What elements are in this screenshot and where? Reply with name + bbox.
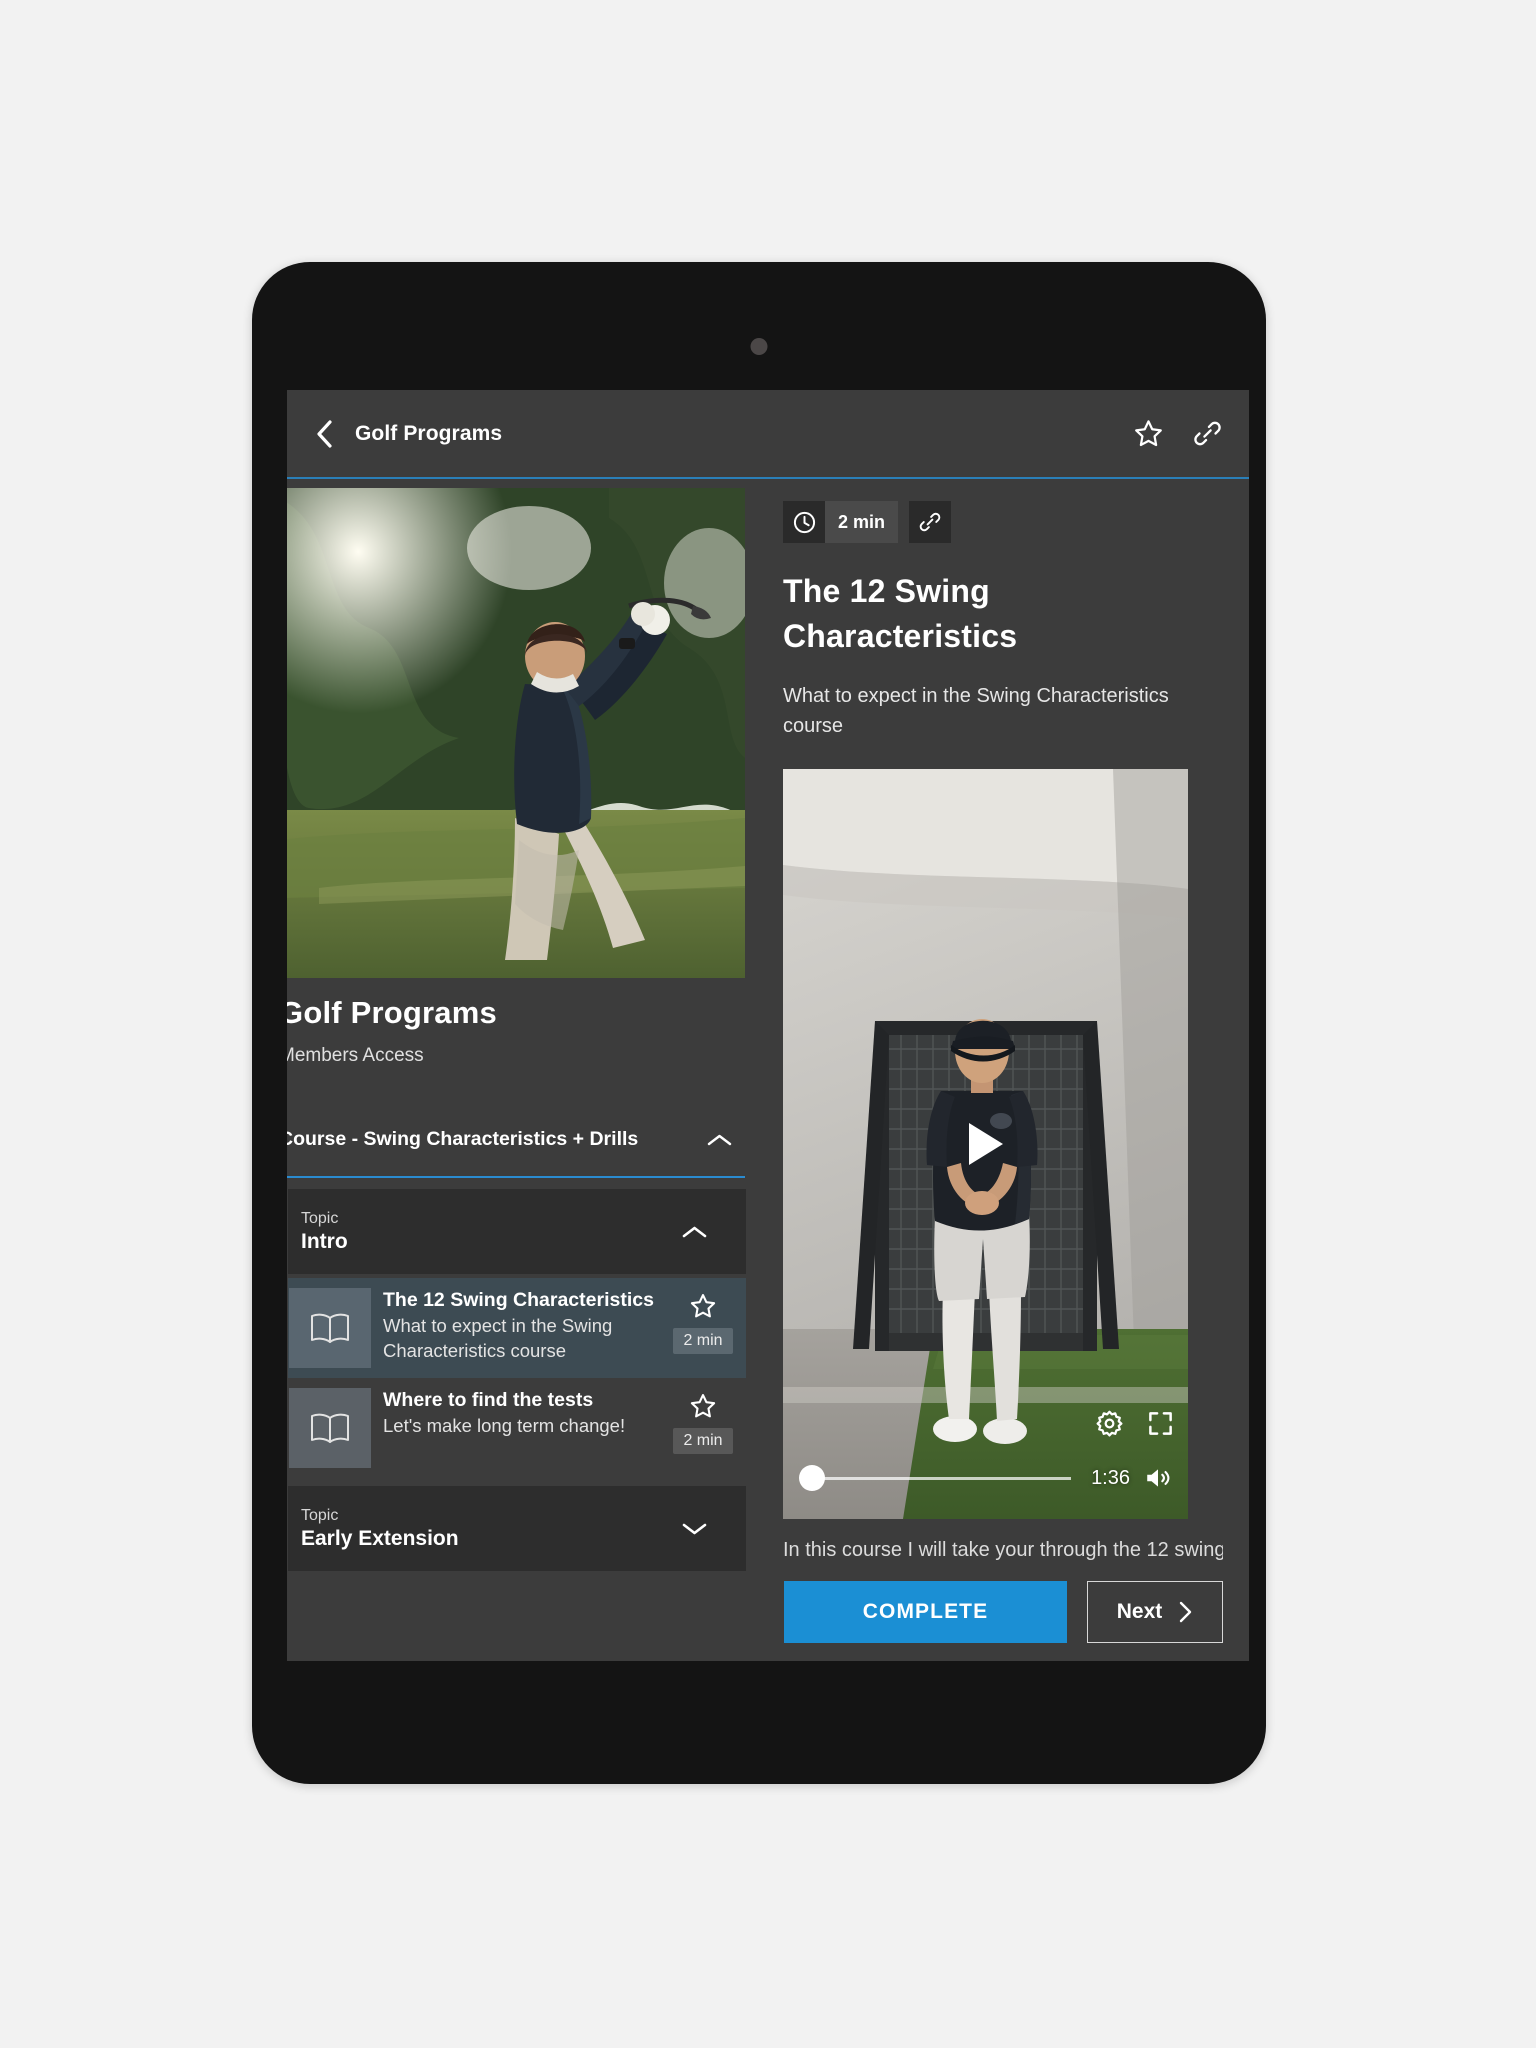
topic-name: Intro bbox=[301, 1230, 348, 1253]
lesson-meta-row: 2 min bbox=[783, 501, 1223, 543]
fullscreen-icon[interactable] bbox=[1147, 1410, 1174, 1437]
play-icon[interactable] bbox=[968, 1123, 1003, 1165]
lesson-thumbnail bbox=[289, 1388, 371, 1468]
lesson-detail-panel: 2 min The 12 Swing Characteristics What … bbox=[757, 479, 1249, 1661]
next-button-label: Next bbox=[1116, 1600, 1163, 1623]
course-hero-image bbox=[287, 488, 745, 978]
app-header-left: Golf Programs bbox=[313, 419, 1133, 449]
lesson-description: What to expect in the Swing Characterist… bbox=[383, 1315, 613, 1361]
course-section-divider bbox=[287, 1176, 745, 1178]
course-title: Golf Programs bbox=[287, 995, 497, 1030]
lesson-meta: 2 min bbox=[660, 1388, 746, 1468]
topic-header-early-extension[interactable]: Topic Early Extension bbox=[288, 1486, 746, 1571]
progress-knob[interactable] bbox=[799, 1465, 825, 1491]
video-controls-upper bbox=[1096, 1410, 1174, 1437]
duration-pill: 2 min bbox=[783, 501, 899, 543]
course-section-label: Course - Swing Characteristics + Drills bbox=[287, 1128, 639, 1150]
lesson-text: Where to find the tests Let's make long … bbox=[383, 1388, 660, 1468]
complete-button[interactable]: COMPLETE bbox=[784, 1581, 1067, 1643]
topic-name: Early Extension bbox=[301, 1527, 459, 1550]
chevron-up-icon bbox=[706, 1132, 749, 1148]
clock-icon bbox=[783, 501, 825, 543]
lesson-title: The 12 Swing Characteristics bbox=[383, 1289, 654, 1311]
video-time-label: 1:36 bbox=[1091, 1466, 1130, 1489]
lesson-detail-summary: What to expect in the Swing Characterist… bbox=[783, 685, 1169, 737]
content-area: Golf Programs Members Access Course - Sw… bbox=[287, 479, 1249, 1661]
star-outline-icon[interactable] bbox=[689, 1392, 717, 1420]
video-progress-slider[interactable] bbox=[799, 1465, 1072, 1491]
back-button[interactable] bbox=[313, 419, 335, 449]
course-section-header[interactable]: Course - Swing Characteristics + Drills bbox=[287, 1128, 749, 1151]
topic-intro-text: Topic Intro bbox=[301, 1209, 681, 1254]
lesson-description: Let's make long term change! bbox=[383, 1415, 626, 1436]
app-header: Golf Programs bbox=[287, 390, 1249, 477]
volume-high-icon[interactable] bbox=[1144, 1465, 1172, 1491]
screenshot-root: Golf Programs Golf Programs Members Acce… bbox=[0, 0, 1536, 2048]
lesson-meta: 2 min bbox=[660, 1288, 746, 1368]
page-title: Golf Programs bbox=[355, 421, 503, 445]
lesson-thumbnail bbox=[289, 1288, 371, 1368]
next-button[interactable]: Next bbox=[1087, 1581, 1223, 1643]
lesson-body-text: In this course I will take your through … bbox=[783, 1539, 1223, 1561]
star-outline-icon[interactable] bbox=[689, 1292, 717, 1320]
tablet-device-frame: Golf Programs Golf Programs Members Acce… bbox=[252, 262, 1266, 1784]
copy-link-button[interactable] bbox=[909, 501, 952, 543]
chevron-down-icon bbox=[681, 1521, 724, 1537]
lesson-text: The 12 Swing Characteristics What to exp… bbox=[383, 1288, 660, 1368]
video-controls-lower: 1:36 bbox=[783, 1465, 1188, 1491]
duration-label: 2 min bbox=[825, 501, 899, 543]
topic-kicker: Topic bbox=[301, 1507, 339, 1524]
list-item[interactable]: Where to find the tests Let's make long … bbox=[288, 1378, 746, 1478]
lesson-duration-badge: 2 min bbox=[673, 1328, 733, 1354]
topic-header-intro[interactable]: Topic Intro bbox=[288, 1189, 746, 1274]
link-icon[interactable] bbox=[1192, 418, 1223, 449]
chevron-up-icon bbox=[681, 1224, 724, 1240]
chevron-right-icon bbox=[1178, 1600, 1193, 1624]
course-subtitle: Members Access bbox=[287, 1045, 424, 1066]
lesson-duration-badge: 2 min bbox=[673, 1428, 733, 1454]
tablet-screen: Golf Programs Golf Programs Members Acce… bbox=[287, 390, 1249, 1661]
app-header-actions bbox=[1133, 418, 1223, 449]
front-camera bbox=[750, 338, 768, 355]
lesson-detail-title: The 12 Swing Characteristics bbox=[783, 573, 1018, 654]
lesson-title: Where to find the tests bbox=[383, 1389, 594, 1411]
list-item[interactable]: The 12 Swing Characteristics What to exp… bbox=[288, 1278, 746, 1378]
star-outline-icon[interactable] bbox=[1133, 418, 1164, 449]
topic-kicker: Topic bbox=[301, 1210, 339, 1227]
topic-early-extension-text: Topic Early Extension bbox=[301, 1506, 681, 1551]
video-player[interactable]: 1:36 bbox=[783, 769, 1188, 1519]
gear-icon[interactable] bbox=[1096, 1410, 1123, 1437]
course-sidebar: Golf Programs Members Access Course - Sw… bbox=[287, 479, 757, 1661]
lesson-action-bar: COMPLETE Next bbox=[287, 1581, 1249, 1661]
